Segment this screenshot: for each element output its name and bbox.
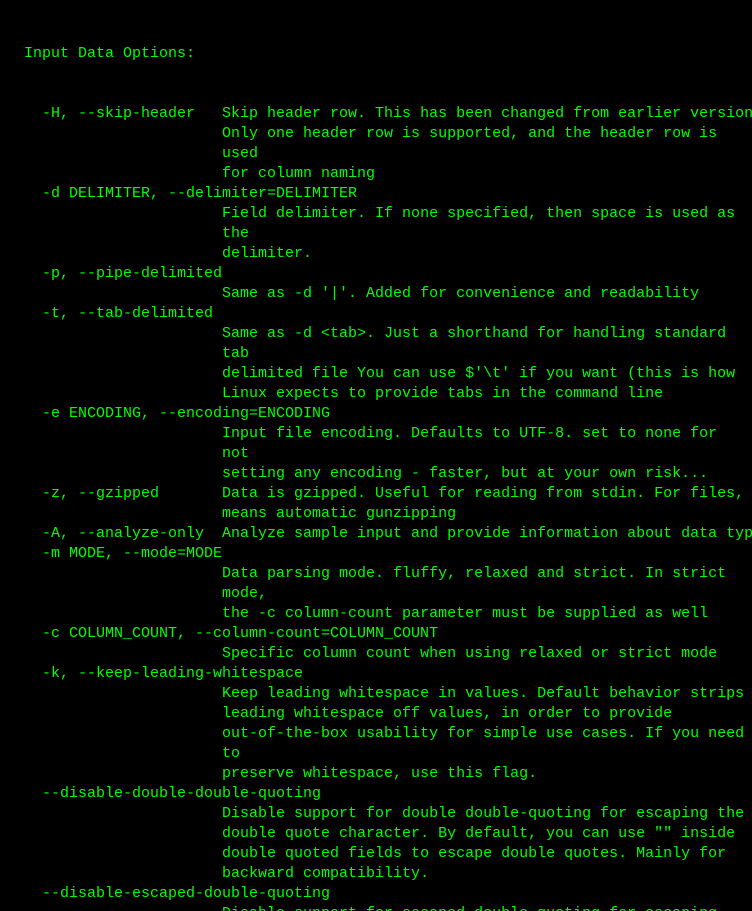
option-row: --disable-escaped-double-quotingDisable …: [6, 884, 746, 911]
option-row: -c COLUMN_COUNT, --column-count=COLUMN_C…: [6, 624, 746, 664]
option-flag: -A, --analyze-only: [6, 524, 222, 544]
option-flag: --disable-double-double-quoting: [6, 784, 746, 804]
option-description-cont: Only one header row is supported, and th…: [6, 124, 746, 184]
option-description: Specific column count when using relaxed…: [6, 644, 746, 664]
option-flag: -p, --pipe-delimited: [6, 264, 746, 284]
option-flag: -k, --keep-leading-whitespace: [6, 664, 746, 684]
option-description: Field delimiter. If none specified, then…: [6, 204, 746, 264]
option-row: -z, --gzipped Data is gzipped. Useful fo…: [6, 484, 746, 524]
option-flag: --disable-escaped-double-quoting: [6, 884, 746, 904]
option-flag: -c COLUMN_COUNT, --column-count=COLUMN_C…: [6, 624, 746, 644]
option-description: Data is gzipped. Useful for reading from…: [222, 484, 752, 504]
option-description: Disable support for double double-quotin…: [6, 804, 746, 884]
option-flag: -e ENCODING, --encoding=ENCODING: [6, 404, 746, 424]
option-row: -p, --pipe-delimitedSame as -d '|'. Adde…: [6, 264, 746, 304]
option-description: Disable support for escaped double-quoti…: [6, 904, 746, 911]
terminal-output: Input Data Options: -H, --skip-header Sk…: [0, 0, 752, 911]
option-flag: -t, --tab-delimited: [6, 304, 746, 324]
option-flag: -d DELIMITER, --delimiter=DELIMITER: [6, 184, 746, 204]
option-flag: -z, --gzipped: [6, 484, 222, 504]
option-row: --disable-double-double-quotingDisable s…: [6, 784, 746, 884]
options-list: -H, --skip-header Skip header row. This …: [6, 104, 746, 911]
option-description: Skip header row. This has been changed f…: [222, 104, 752, 124]
option-row: -m MODE, --mode=MODEData parsing mode. f…: [6, 544, 746, 624]
option-description: Data parsing mode. fluffy, relaxed and s…: [6, 564, 746, 624]
section-title: Input Data Options:: [24, 44, 746, 64]
option-row: -d DELIMITER, --delimiter=DELIMITERField…: [6, 184, 746, 264]
option-description: Keep leading whitespace in values. Defau…: [6, 684, 746, 784]
option-row: -H, --skip-header Skip header row. This …: [6, 104, 746, 184]
option-flag: -H, --skip-header: [6, 104, 222, 124]
option-row: -e ENCODING, --encoding=ENCODINGInput fi…: [6, 404, 746, 484]
option-description-cont: means automatic gunzipping: [6, 504, 746, 524]
option-row: -t, --tab-delimitedSame as -d <tab>. Jus…: [6, 304, 746, 404]
option-row: -A, --analyze-only Analyze sample input …: [6, 524, 746, 544]
option-description: Input file encoding. Defaults to UTF-8. …: [6, 424, 746, 484]
option-description: Analyze sample input and provide informa…: [222, 524, 752, 544]
option-flag: -m MODE, --mode=MODE: [6, 544, 746, 564]
option-description: Same as -d <tab>. Just a shorthand for h…: [6, 324, 746, 404]
option-description: Same as -d '|'. Added for convenience an…: [6, 284, 746, 304]
option-row: -k, --keep-leading-whitespaceKeep leadin…: [6, 664, 746, 784]
